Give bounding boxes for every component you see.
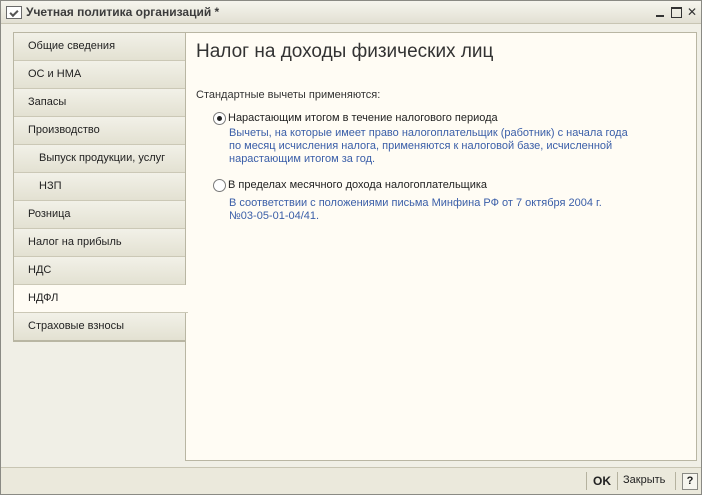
help-button[interactable]: ? <box>682 473 698 490</box>
sidebar-item[interactable]: Общие сведения <box>14 33 186 61</box>
sidebar-item[interactable]: Налог на прибыль <box>14 229 186 257</box>
divider <box>617 472 618 490</box>
close-button[interactable]: Закрыть <box>623 474 665 486</box>
option-monthly-description: В соответствии с положениями письма Минф… <box>229 197 602 223</box>
sidebar-item[interactable]: Производство <box>14 117 186 145</box>
sidebar-item[interactable]: Розница <box>14 201 186 229</box>
description-line: В соответствии с положениями письма Минф… <box>229 197 602 209</box>
sidebar-item[interactable]: Запасы <box>14 89 186 117</box>
button-bar: OK Закрыть ? <box>1 467 701 494</box>
page-title: Налог на доходы физических лиц <box>196 41 494 62</box>
sidebar-item[interactable]: ОС и НМА <box>14 61 186 89</box>
minimize-icon[interactable] <box>652 4 668 20</box>
sidebar-item[interactable]: Страховые взносы <box>14 313 186 341</box>
sidebar-item[interactable]: НДФЛ <box>14 285 188 313</box>
title-bar: Учетная политика организаций * ✕ <box>1 1 701 24</box>
ok-button[interactable]: OK <box>593 474 611 488</box>
description-line: №03-05-01-04/41. <box>229 210 320 222</box>
option-cumulative-label[interactable]: Нарастающим итогом в течение налогового … <box>228 112 498 124</box>
description-line: нарастающим итогом за год. <box>229 153 376 165</box>
option-cumulative-description: Вычеты, на которые имеет право налогопла… <box>229 127 628 166</box>
window: Учетная политика организаций * ✕ Общие с… <box>0 0 702 495</box>
radio-cumulative[interactable] <box>213 112 226 125</box>
divider <box>586 472 587 490</box>
close-icon[interactable]: ✕ <box>684 4 700 20</box>
sidebar-item[interactable]: Выпуск продукции, услуг <box>14 145 186 173</box>
section-label: Стандартные вычеты применяются: <box>196 89 381 101</box>
maximize-icon[interactable] <box>668 4 684 20</box>
sidebar-item[interactable]: НДС <box>14 257 186 285</box>
window-title: Учетная политика организаций * <box>26 5 220 19</box>
radio-monthly[interactable] <box>213 179 226 192</box>
sidebar-nav: Общие сведения ОС и НМА Запасы Производство… <box>13 32 188 342</box>
description-line: по месяц исчисления налога, применяются … <box>229 140 613 152</box>
divider <box>675 472 676 490</box>
description-line: Вычеты, на которые имеет право налогопла… <box>229 127 628 139</box>
option-monthly-label[interactable]: В пределах месячного дохода налогоплател… <box>228 179 487 191</box>
app-window-icon[interactable] <box>6 6 22 19</box>
content-panel: Налог на доходы физических лиц Стандартн… <box>185 32 697 461</box>
sidebar-item[interactable]: НЗП <box>14 173 186 201</box>
